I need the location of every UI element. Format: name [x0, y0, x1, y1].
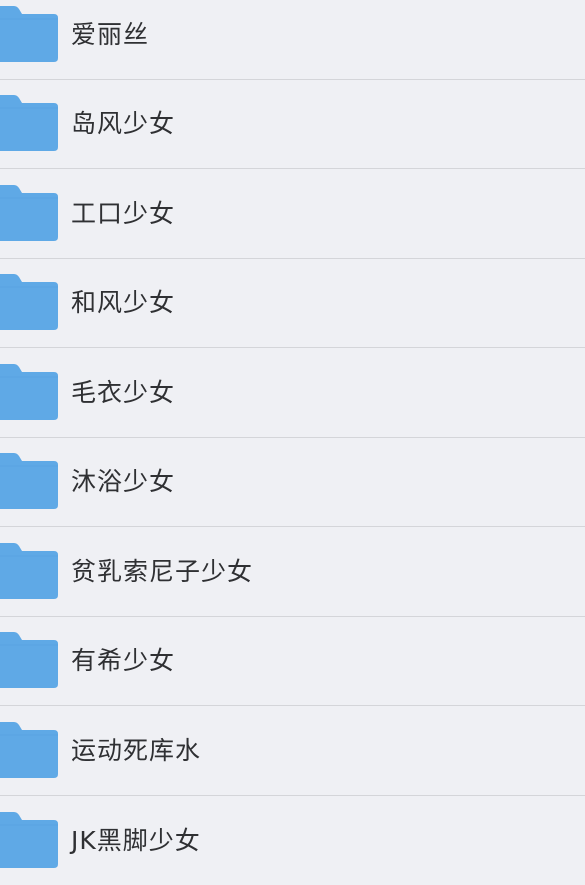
folder-item[interactable]: 和风少女 [0, 259, 585, 348]
folder-item[interactable]: 沐浴少女 [0, 438, 585, 527]
folder-item[interactable]: 毛衣少女 [0, 349, 585, 438]
folder-icon [0, 453, 60, 511]
folder-icon [0, 95, 60, 153]
folder-icon [0, 811, 60, 870]
folder-icon [0, 6, 60, 64]
folder-name: 贫乳索尼子少女 [71, 557, 254, 586]
folder-icon [0, 543, 60, 601]
folder-list: 爱丽丝 岛风少女 工口少女 和风少女 毛衣少女 沐浴少女 贫乳索尼子少女 有希少… [0, 0, 585, 878]
folder-name: JK黑脚少女 [71, 825, 201, 855]
folder-name: 岛风少女 [71, 109, 176, 138]
folder-name: 有希少女 [71, 646, 176, 675]
folder-icon [0, 632, 60, 690]
folder-item[interactable]: 有希少女 [0, 617, 585, 706]
folder-item[interactable]: JK黑脚少女 [0, 796, 585, 885]
folder-icon [0, 364, 60, 422]
folder-name: 工口少女 [71, 199, 176, 228]
folder-item[interactable]: 贫乳索尼子少女 [0, 528, 585, 617]
folder-name: 爱丽丝 [71, 20, 150, 49]
folder-icon [0, 185, 60, 243]
folder-name: 运动死库水 [71, 736, 202, 765]
folder-item[interactable]: 爱丽丝 [0, 0, 585, 80]
folder-name: 和风少女 [71, 288, 176, 317]
folder-item[interactable]: 工口少女 [0, 170, 585, 259]
folder-name: 沐浴少女 [71, 467, 176, 496]
folder-icon [0, 722, 60, 780]
folder-name: 毛衣少女 [71, 378, 176, 407]
folder-item[interactable]: 运动死库水 [0, 707, 585, 796]
folder-item[interactable]: 岛风少女 [0, 80, 585, 169]
folder-icon [0, 274, 60, 332]
